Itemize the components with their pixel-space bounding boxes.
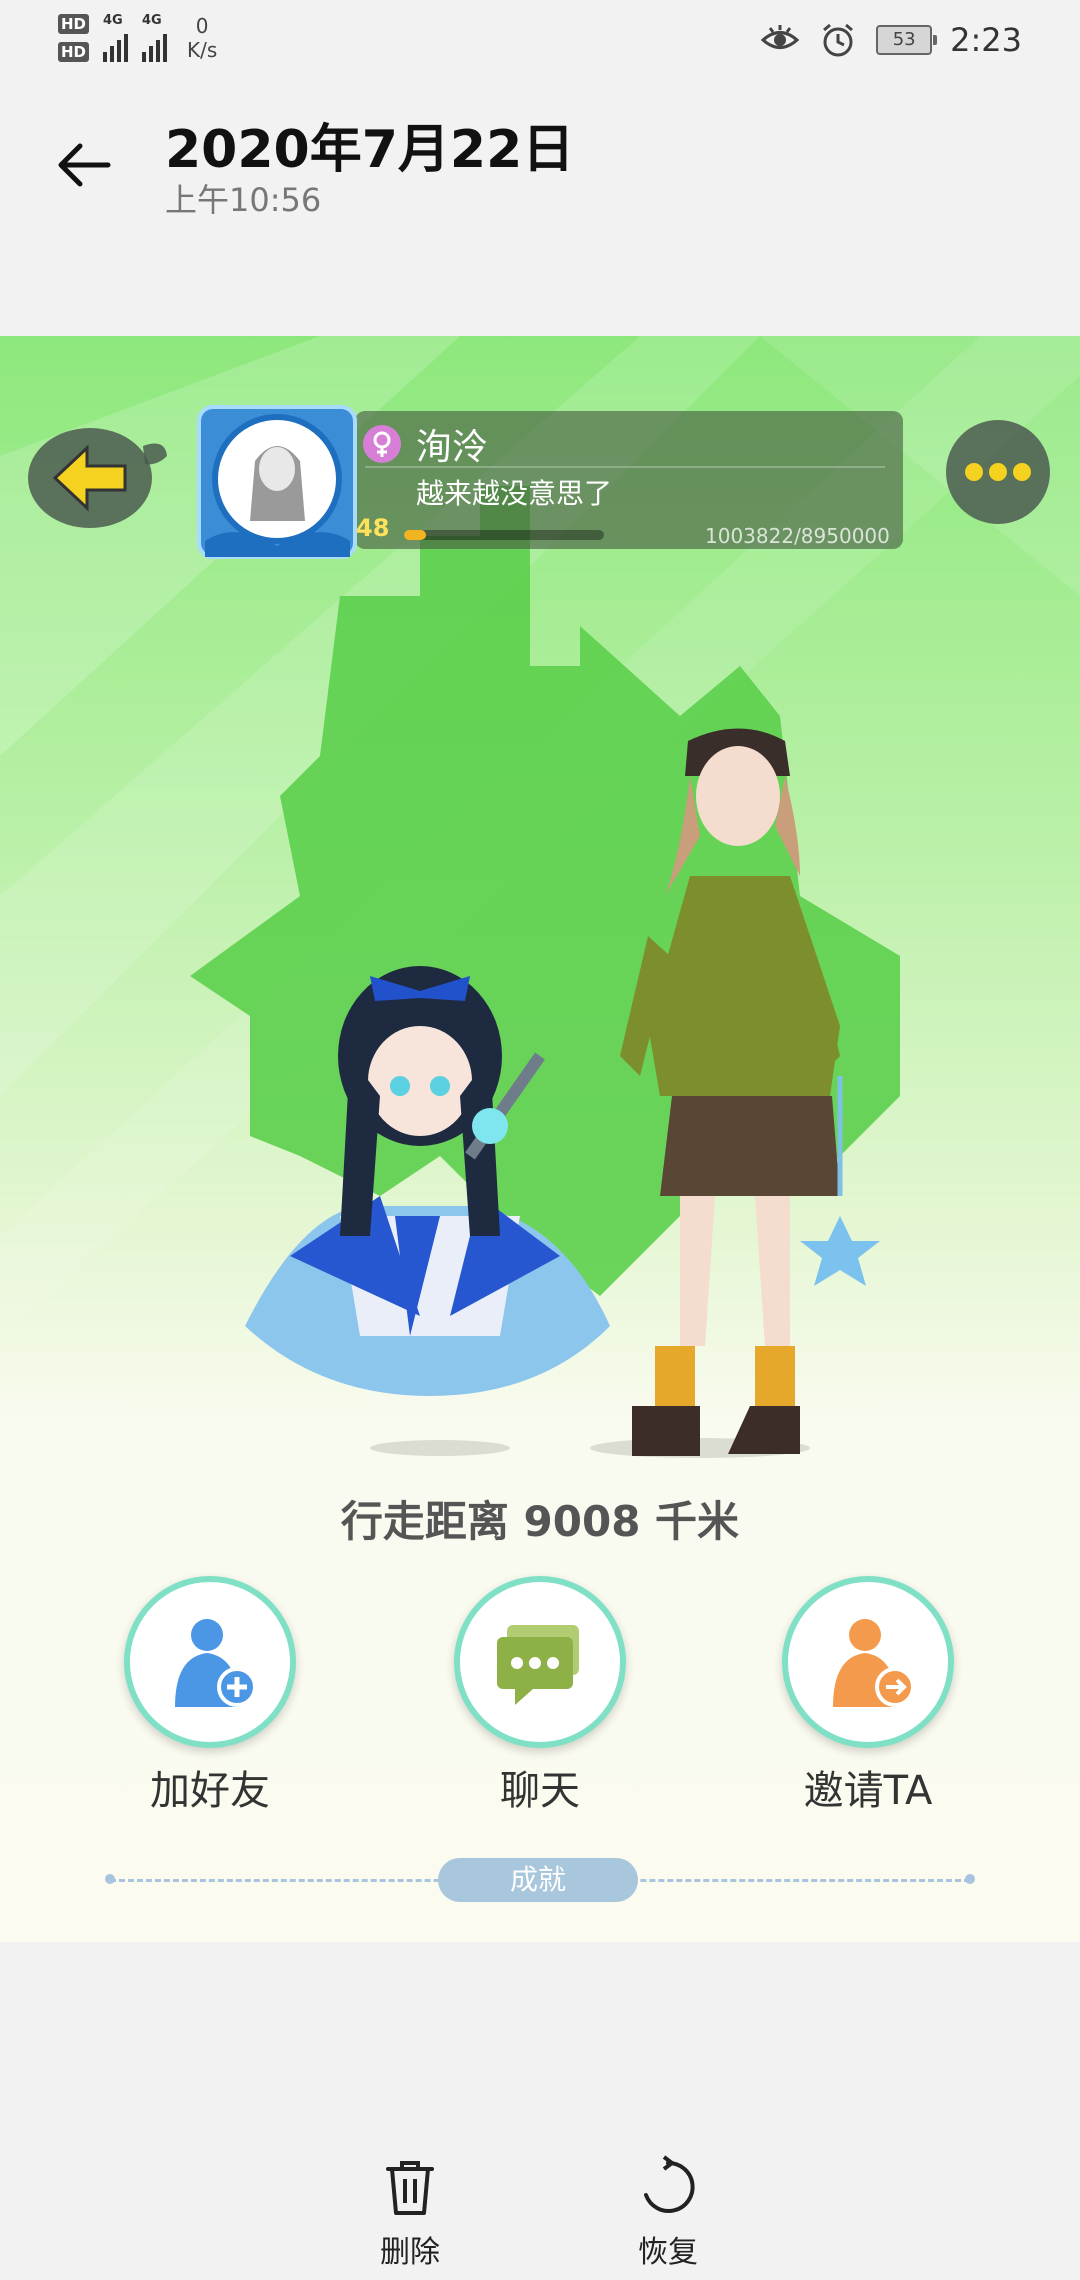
delete-button[interactable]: 删除 (340, 2155, 480, 2271)
signal-bars-icon (103, 30, 129, 62)
divider-dot (965, 1874, 975, 1884)
chat-label: 聊天 (500, 1768, 580, 1814)
battery-icon: 53 (876, 25, 938, 55)
add-friend-icon (175, 1619, 257, 1707)
gallery-header: 2020年7月22日 上午10:56 (0, 95, 1080, 235)
user-signature: 越来越没意思了 (416, 477, 613, 510)
restore-icon (644, 2155, 695, 2213)
network-type-2: 4G (142, 13, 162, 28)
delete-label: 删除 (380, 2235, 440, 2270)
add-friend-button[interactable] (124, 1576, 296, 1748)
divider-dot (105, 1874, 115, 1884)
eye-comfort-icon (760, 25, 800, 49)
level-number: 48 (356, 514, 390, 542)
chat-button[interactable] (454, 1576, 626, 1748)
photo-image[interactable]: 洵泠 越来越没意思了 48 1003822/8950000 行走距离 9008 … (0, 336, 1080, 1942)
hd-badge-2: HD (58, 42, 90, 62)
achievements-divider: 成就 (100, 1854, 980, 1904)
photo-date-title: 2020年7月22日 (165, 120, 575, 180)
username: 洵泠 (416, 427, 489, 468)
level-progress-bar (404, 530, 604, 540)
level-progress-fill (404, 530, 427, 540)
back-arrow-icon[interactable] (50, 130, 120, 200)
chat-action[interactable]: 聊天 (445, 1576, 635, 1816)
status-time: 2:23 (950, 21, 1022, 59)
network-type-1: 4G (103, 13, 123, 28)
hd-badge-1: HD (58, 14, 90, 34)
signal-bars-icon (142, 30, 168, 62)
signal-2: 4G (142, 13, 168, 62)
more-options-button[interactable] (942, 416, 1054, 528)
bottom-toolbar: 删除 恢复 (0, 2140, 1080, 2280)
achievements-tab[interactable]: 成就 (438, 1858, 638, 1902)
signal-1: 4G (103, 13, 129, 62)
avatar[interactable] (195, 401, 360, 561)
walking-distance: 行走距离 9008 千米 (340, 1497, 740, 1546)
invite-icon (833, 1619, 915, 1707)
experience-points: 1003822/8950000 (705, 524, 890, 548)
chat-icon (497, 1625, 579, 1705)
card-divider (365, 466, 885, 468)
restore-label: 恢复 (638, 2235, 698, 2270)
game-back-button[interactable] (25, 416, 170, 531)
status-bar: HD HD 4G 4G 0 K/s 53 2:23 (0, 0, 1080, 90)
restore-button[interactable]: 恢复 (598, 2155, 738, 2271)
trash-icon (386, 2161, 434, 2215)
speed-unit: K/s (187, 38, 218, 62)
invite-button[interactable] (782, 1576, 954, 1748)
add-friend-action[interactable]: 加好友 (115, 1576, 305, 1816)
photo-time: 上午10:56 (165, 181, 322, 219)
female-gender-icon (363, 425, 401, 463)
speed-value: 0 (195, 14, 209, 38)
add-friend-label: 加好友 (150, 1768, 270, 1814)
invite-label: 邀请TA (803, 1768, 933, 1814)
invite-action[interactable]: 邀请TA (773, 1576, 963, 1816)
network-speed: 0 K/s (187, 14, 217, 62)
alarm-icon (823, 23, 854, 57)
